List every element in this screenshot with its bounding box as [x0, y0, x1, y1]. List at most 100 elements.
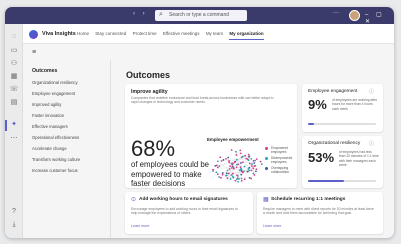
card-title: Organizational resiliency [308, 141, 361, 146]
network-node [229, 165, 232, 167]
network-node [226, 177, 229, 180]
calls-icon[interactable]: ☏ [5, 85, 23, 93]
legend-label: Empowered employees [271, 146, 289, 154]
insights-icon[interactable]: ✦ [5, 120, 23, 128]
engagement-progress-fill [308, 123, 315, 125]
organizational-resiliency-card[interactable]: Organizational resiliency ⓘ 53% of emplo… [302, 136, 383, 188]
network-node [226, 169, 229, 172]
email-signature-suggestion-card[interactable]: ⊙ Add working hours to email signatures … [125, 192, 253, 234]
info-icon[interactable]: ⓘ [369, 88, 374, 95]
network-node [242, 155, 244, 158]
network-node [255, 158, 258, 161]
help-icon[interactable]: ? [5, 208, 23, 215]
network-node [245, 157, 248, 160]
employee-engagement-card[interactable]: Employee engagement ⓘ 9% of employees ar… [302, 84, 383, 132]
network-node [248, 162, 251, 165]
learn-more-link[interactable]: Learn more [263, 224, 281, 228]
side-nav-item-organizational-resiliency[interactable]: Organizational resiliency [32, 80, 78, 85]
card-description: Encourage employees to add working hours… [131, 207, 238, 216]
more-options-icon[interactable]: ··· [333, 10, 339, 16]
network-node [227, 156, 230, 159]
legend-dot-disempowered [265, 157, 268, 160]
network-node [241, 161, 244, 164]
network-node [248, 177, 251, 179]
network-node [220, 160, 223, 162]
avatar[interactable] [349, 10, 360, 21]
learn-more-link[interactable]: Learn more [131, 224, 149, 228]
network-node [252, 167, 255, 170]
network-node [239, 152, 242, 155]
hamburger-menu-icon[interactable]: ≡ [32, 49, 36, 56]
network-node [240, 173, 243, 176]
apps-icon[interactable]: ⋯ [5, 134, 23, 142]
network-node [218, 176, 221, 178]
side-nav-item-operational-effectiveness[interactable]: Operational effectiveness [32, 135, 79, 140]
card-title: Employee engagement [308, 89, 358, 94]
tab-effective-meetings[interactable]: Effective meetings [163, 31, 200, 36]
improve-agility-card[interactable]: Improve agility Companies that redefine … [125, 84, 297, 188]
network-node [254, 159, 257, 162]
network-node [252, 159, 255, 162]
files-icon[interactable]: ▤ [5, 98, 23, 106]
network-node [250, 169, 253, 172]
teams-icon[interactable]: ⚇ [5, 59, 23, 67]
network-edge [219, 176, 250, 179]
window-controls[interactable]: – ▢ ✕ [365, 11, 394, 25]
search-icon: ⌕ [159, 11, 163, 18]
download-icon[interactable]: ⤓ [5, 221, 23, 229]
tab-stay-connected[interactable]: Stay connected [95, 31, 126, 36]
network-node [252, 172, 255, 175]
network-node [239, 166, 242, 169]
chat-icon[interactable]: ▭ [5, 46, 23, 54]
tab-protect-time[interactable]: Protect time [133, 31, 157, 36]
resiliency-progress-fill [308, 180, 345, 182]
tab-home[interactable]: Home [77, 31, 89, 36]
network-node [230, 149, 233, 151]
network-node [255, 170, 257, 173]
network-node [240, 177, 243, 180]
legend-disempowered: Disempowered employees [265, 156, 293, 164]
recurring-meetings-suggestion-card[interactable]: ▦ Schedule recurring 1:1 meetings Requir… [257, 192, 383, 234]
legend-label: Overlapping collaboration [271, 166, 290, 174]
calendar-icon[interactable]: ▦ [5, 72, 23, 80]
network-node [216, 166, 219, 169]
search-box[interactable]: ⌕ Search or type a command [155, 10, 247, 21]
network-node [250, 177, 253, 180]
employee-network-graph [212, 149, 263, 183]
network-node [231, 172, 234, 175]
nav-arrows[interactable]: ‹ › [133, 11, 148, 17]
activity-icon[interactable]: ◌ [5, 33, 23, 40]
tab-my-organization[interactable]: My organization [229, 31, 264, 40]
legend-empowered: Empowered employees [265, 146, 291, 154]
side-nav-item-faster-innovation[interactable]: Faster innovation [32, 113, 64, 118]
network-node [240, 168, 243, 171]
side-nav-item-increase-customer-focus[interactable]: Increase customer focus [32, 168, 78, 173]
engagement-value: 9% [308, 97, 327, 112]
side-nav-item-employee-engagement[interactable]: Employee engagement [32, 91, 75, 96]
legend-label: Disempowered employees [271, 156, 293, 164]
network-node [233, 161, 236, 164]
network-node [232, 162, 234, 165]
network-node [260, 163, 263, 166]
network-node [255, 168, 258, 171]
side-nav-item-transform-working-culture[interactable]: Transform working culture [32, 157, 80, 162]
search-placeholder: Search or type a command [169, 12, 230, 18]
side-nav-item-improved-agility[interactable]: Improved agility [32, 102, 61, 107]
network-node [228, 168, 231, 170]
network-node [235, 166, 238, 169]
network-node [234, 179, 237, 182]
network-node [230, 174, 233, 177]
network-edge [244, 171, 248, 180]
app-rail: ◌ ▭ ⚇ ▦ ☏ ▤ ✦ ⋯ ? ⤓ [5, 24, 23, 238]
network-node [242, 171, 244, 174]
tab-my-team[interactable]: My team [206, 31, 223, 36]
network-node [224, 158, 227, 160]
network-node [238, 178, 240, 180]
viva-insights-logo-icon [29, 30, 38, 39]
network-node [229, 178, 232, 180]
side-nav-item-effective-managers[interactable]: Effective managers [32, 124, 68, 129]
card-title: Schedule recurring 1:1 meetings [271, 197, 346, 202]
info-icon[interactable]: ⓘ [369, 140, 374, 147]
network-node [234, 150, 237, 153]
side-nav-item-accelerate-change[interactable]: Accelerate change [32, 146, 67, 151]
